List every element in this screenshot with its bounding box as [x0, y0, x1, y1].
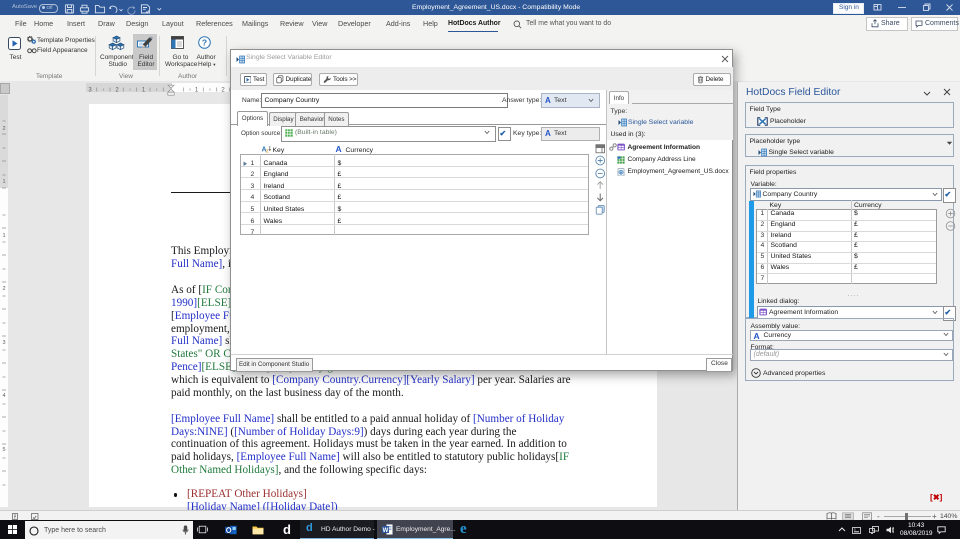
svg-text:3: 3	[88, 88, 92, 94]
svg-text:5: 5	[854, 527, 856, 531]
svg-text:2: 2	[2, 126, 5, 132]
svg-text:1: 1	[142, 88, 146, 94]
svg-text:5: 5	[2, 447, 5, 453]
svg-text:?: ?	[202, 37, 207, 47]
svg-text:2: 2	[115, 88, 119, 94]
svg-text:z: z	[266, 148, 269, 153]
svg-text:W: W	[383, 528, 389, 534]
svg-text:2: 2	[221, 88, 225, 94]
svg-text:1: 1	[2, 179, 5, 185]
svg-text:1: 1	[2, 233, 5, 239]
svg-text:3: 3	[2, 340, 5, 346]
svg-text:1: 1	[195, 88, 199, 94]
svg-text:2: 2	[2, 286, 5, 292]
svg-text:4: 4	[2, 393, 5, 399]
